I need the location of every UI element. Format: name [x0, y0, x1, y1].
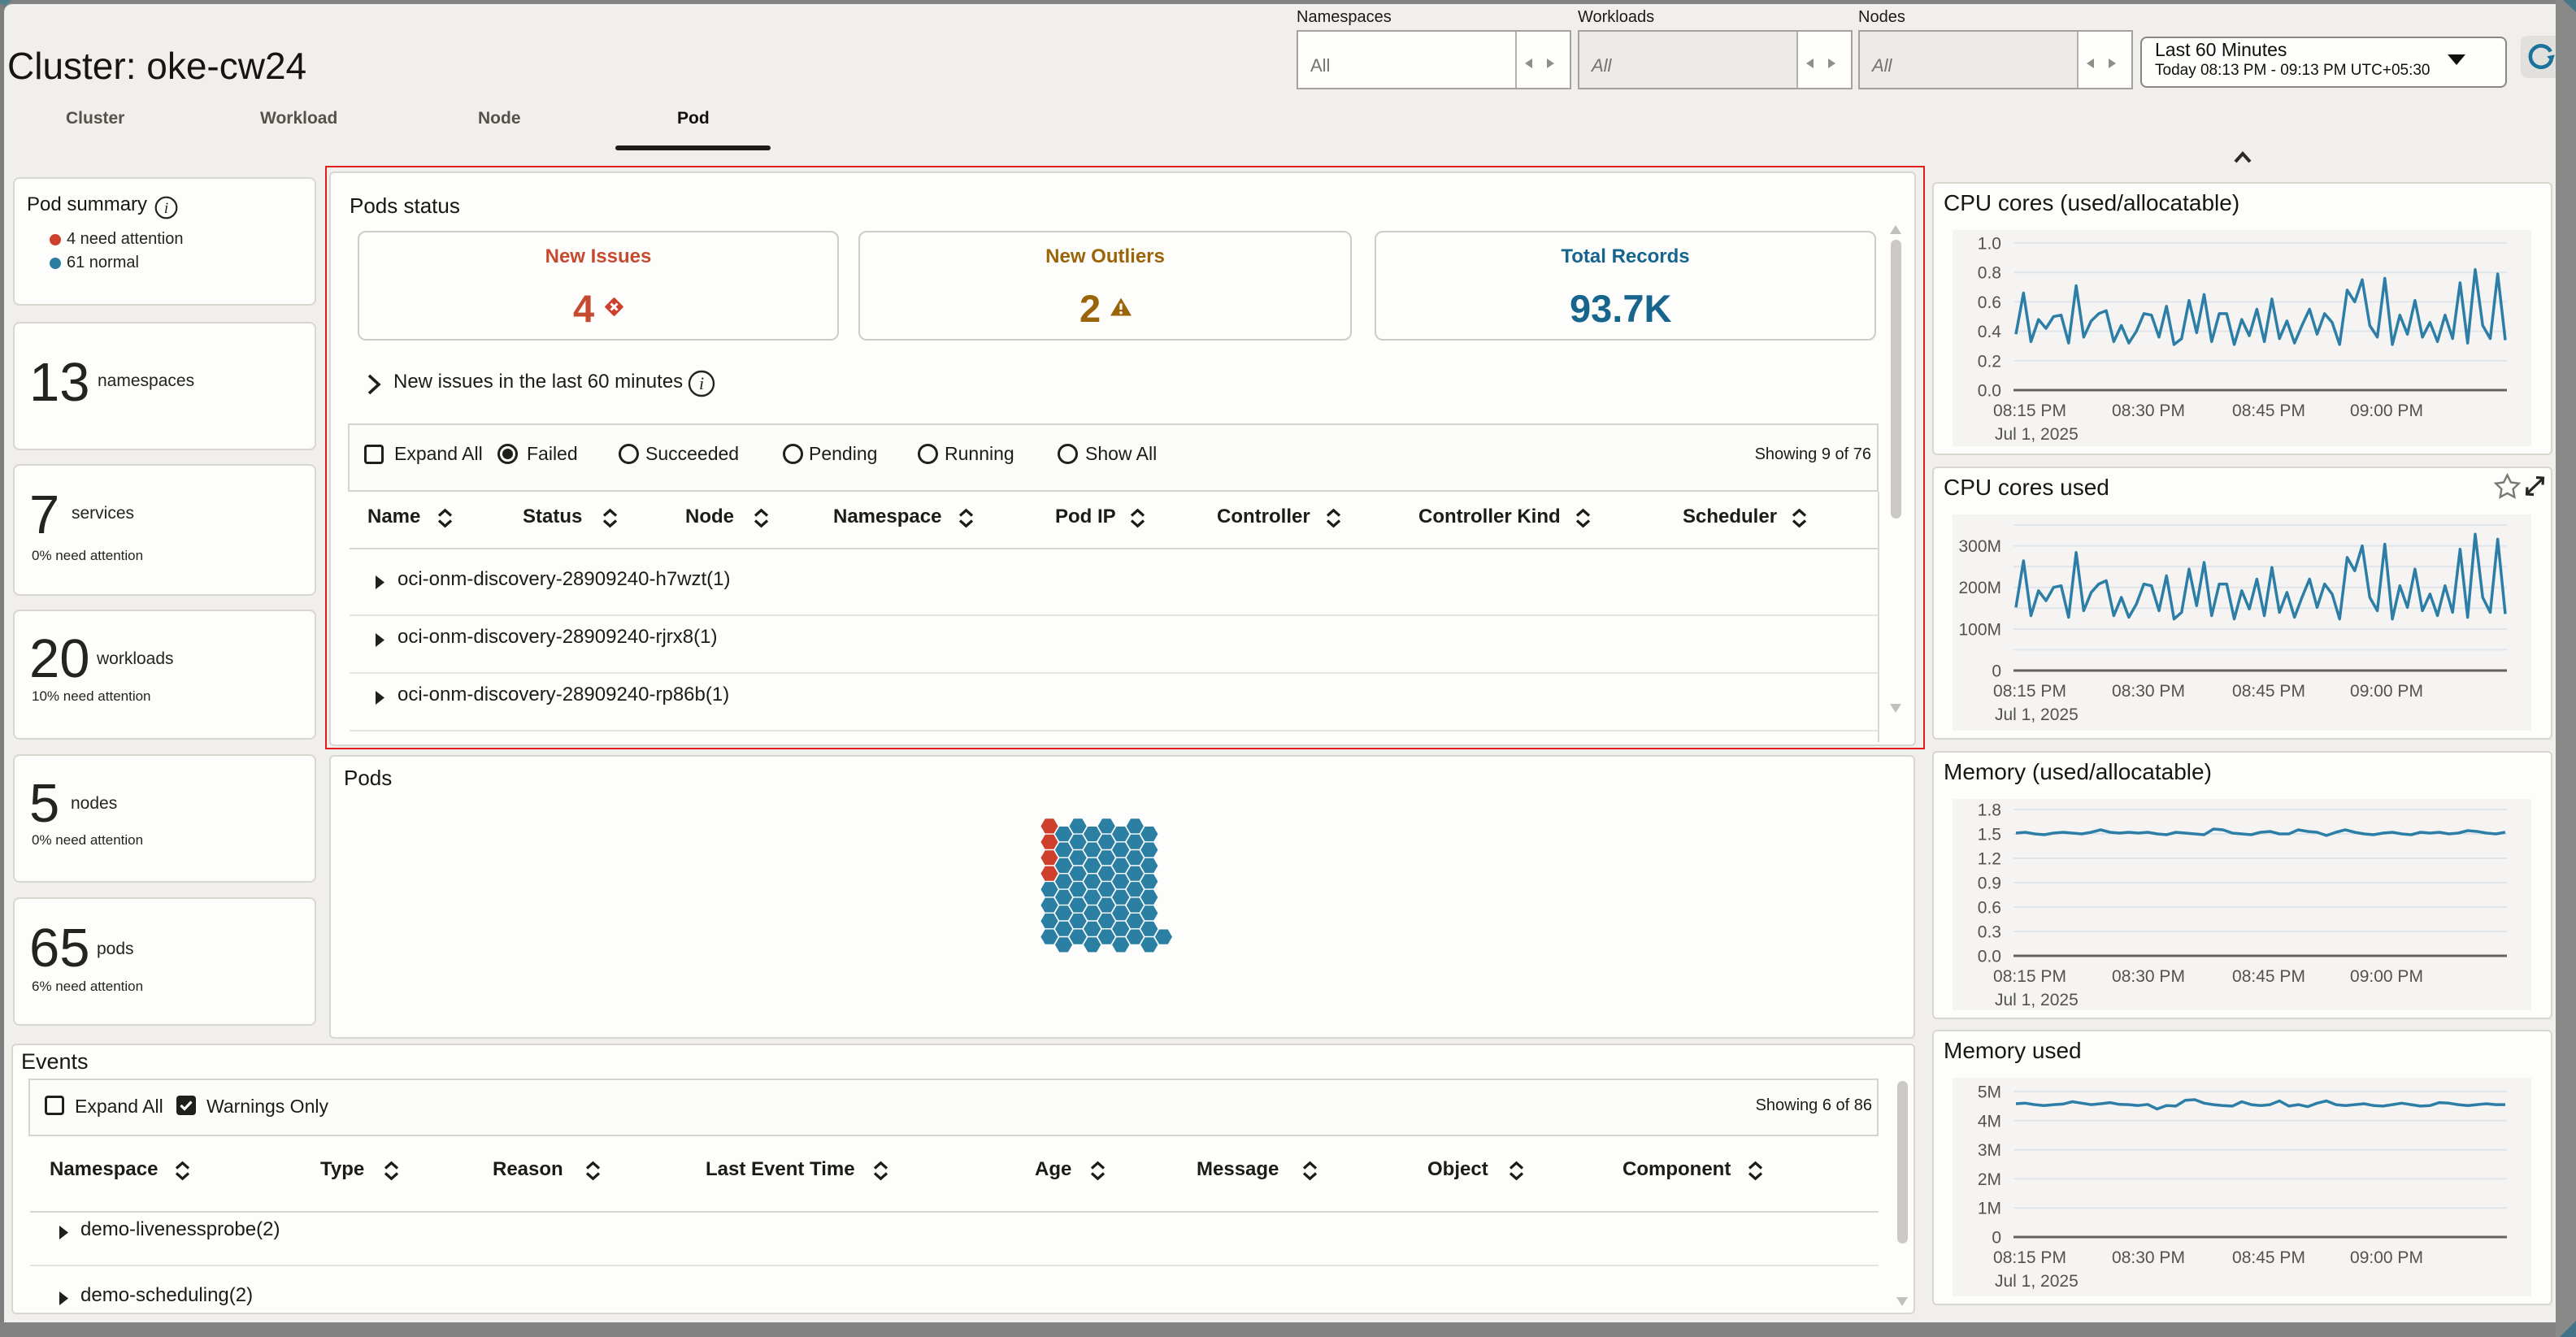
svg-text:4M: 4M [1978, 1112, 2001, 1131]
svg-text:0.0: 0.0 [1978, 948, 2001, 966]
svg-text:08:45 PM: 08:45 PM [2232, 402, 2305, 420]
svg-text:08:15 PM: 08:15 PM [1993, 1248, 2066, 1267]
svg-text:300M: 300M [1958, 537, 2001, 556]
svg-text:1.5: 1.5 [1978, 826, 2001, 844]
svg-text:1.0: 1.0 [1978, 235, 2001, 254]
svg-text:08:30 PM: 08:30 PM [2112, 1248, 2185, 1267]
svg-text:0.9: 0.9 [1978, 875, 2001, 893]
svg-text:0: 0 [1992, 662, 2001, 681]
svg-text:200M: 200M [1958, 579, 2001, 597]
svg-text:1M: 1M [1978, 1200, 2001, 1218]
svg-text:08:15 PM: 08:15 PM [1993, 682, 2066, 701]
svg-text:09:00 PM: 09:00 PM [2350, 682, 2423, 701]
svg-text:1.2: 1.2 [1978, 850, 2001, 869]
svg-text:Jul 1, 2025: Jul 1, 2025 [1995, 1272, 2079, 1291]
svg-text:08:45 PM: 08:45 PM [2232, 967, 2305, 986]
svg-text:5M: 5M [1978, 1083, 2001, 1102]
svg-text:08:30 PM: 08:30 PM [2112, 682, 2185, 701]
svg-text:09:00 PM: 09:00 PM [2350, 1248, 2423, 1267]
svg-text:08:30 PM: 08:30 PM [2112, 967, 2185, 986]
svg-text:0: 0 [1992, 1229, 2001, 1248]
svg-text:Jul 1, 2025: Jul 1, 2025 [1995, 991, 2079, 1009]
svg-text:3M: 3M [1978, 1141, 2001, 1160]
svg-text:08:45 PM: 08:45 PM [2232, 1248, 2305, 1267]
svg-text:0.6: 0.6 [1978, 293, 2001, 312]
svg-text:09:00 PM: 09:00 PM [2350, 402, 2423, 420]
svg-text:Jul 1, 2025: Jul 1, 2025 [1995, 705, 2079, 724]
svg-text:08:30 PM: 08:30 PM [2112, 402, 2185, 420]
svg-text:0.6: 0.6 [1978, 899, 2001, 918]
svg-text:08:15 PM: 08:15 PM [1993, 967, 2066, 986]
svg-text:08:45 PM: 08:45 PM [2232, 682, 2305, 701]
svg-text:0.3: 0.3 [1978, 923, 2001, 942]
svg-text:0.8: 0.8 [1978, 264, 2001, 283]
svg-text:Jul 1, 2025: Jul 1, 2025 [1995, 425, 2079, 444]
svg-text:08:15 PM: 08:15 PM [1993, 402, 2066, 420]
svg-text:100M: 100M [1958, 620, 2001, 639]
svg-text:1.8: 1.8 [1978, 801, 2001, 820]
svg-text:0.0: 0.0 [1978, 382, 2001, 401]
svg-text:09:00 PM: 09:00 PM [2350, 967, 2423, 986]
svg-text:0.2: 0.2 [1978, 352, 2001, 371]
svg-text:0.4: 0.4 [1978, 323, 2002, 341]
svg-text:2M: 2M [1978, 1170, 2001, 1189]
